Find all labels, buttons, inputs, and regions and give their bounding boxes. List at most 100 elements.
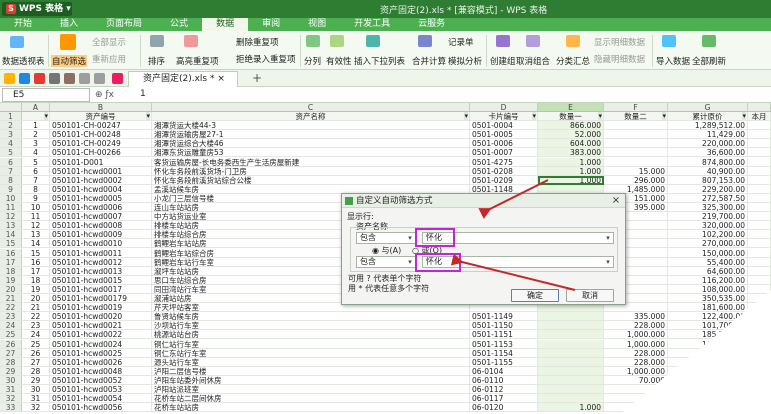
table-cell[interactable] — [538, 357, 604, 367]
column-header[interactable]: C — [152, 103, 470, 112]
table-cell[interactable]: 1.000 — [538, 166, 604, 176]
row-number[interactable]: 13 — [0, 221, 22, 231]
table-cell[interactable]: 湘潭货运输房屋27-1 — [152, 130, 470, 140]
highlight-duplicates-button[interactable]: 高亮重复项 — [176, 55, 219, 67]
show-all-button[interactable]: 全部显示 — [92, 36, 126, 48]
filter-dropdown-icon[interactable]: ▾ — [44, 112, 48, 120]
tab-document[interactable]: 资产固定(2).xls * × — [128, 71, 238, 87]
table-cell[interactable]: 116,200.00 — [668, 275, 748, 285]
table-cell[interactable]: 64,600.00 — [668, 266, 748, 276]
table-cell[interactable]: 30 — [22, 385, 50, 394]
ok-button[interactable]: 确定 — [511, 289, 559, 302]
table-cell[interactable] — [748, 257, 771, 267]
row-number[interactable]: 10 — [0, 193, 22, 203]
table-cell[interactable]: 1,289,512.00 — [668, 121, 748, 131]
filter-dropdown-icon[interactable]: ▾ — [464, 112, 468, 120]
undo-icon[interactable] — [79, 73, 90, 84]
menu-item[interactable]: 视图 — [294, 18, 340, 31]
sort-button[interactable]: 排序 — [148, 55, 165, 67]
table-cell[interactable]: 1.000 — [538, 157, 604, 167]
table-cell[interactable]: 06-0110 — [470, 375, 538, 385]
table-cell[interactable]: 050101-hcwd0015 — [50, 275, 152, 285]
table-cell[interactable]: 06-0104 — [470, 366, 538, 376]
table-cell[interactable] — [604, 157, 668, 167]
name-box[interactable]: E5 — [2, 88, 90, 102]
column-header[interactable]: D — [470, 103, 538, 112]
table-cell[interactable]: 2 — [22, 130, 50, 140]
column-header[interactable]: B — [50, 103, 152, 112]
column-header[interactable]: A — [22, 103, 50, 112]
menu-item[interactable]: 数据 — [202, 18, 249, 31]
table-cell[interactable]: 383.000 — [538, 148, 604, 158]
filter-dropdown-icon[interactable]: ▾ — [532, 112, 536, 120]
header-cell[interactable]: 卡片编号 ▾ — [470, 112, 538, 121]
table-cell[interactable]: 0501-1154 — [470, 348, 538, 358]
table-cell[interactable]: 0501-1150 — [470, 321, 538, 331]
table-cell[interactable]: 807,153.00 — [668, 175, 748, 185]
table-cell[interactable] — [748, 221, 771, 231]
reject-duplicates-button[interactable]: 拒绝录入重复项 — [236, 53, 296, 65]
table-cell[interactable]: 050101-CH-00266 — [50, 148, 152, 158]
whatif-button[interactable]: 模拟分析 — [448, 55, 482, 67]
table-cell[interactable]: 050101-D001 — [50, 157, 152, 167]
table-cell[interactable]: 050101-hcwd0007 — [50, 212, 152, 222]
table-cell[interactable]: 604.000 — [538, 139, 604, 149]
table-cell[interactable]: 11,429.00 — [668, 130, 748, 140]
table-cell[interactable]: 050101-hcwd0011 — [50, 248, 152, 258]
table-cell[interactable] — [748, 139, 771, 149]
row-number[interactable]: 29 — [0, 366, 22, 376]
filter-dropdown-icon[interactable]: ▾ — [598, 112, 602, 120]
column-header[interactable]: F — [604, 103, 668, 112]
table-cell[interactable]: 15 — [22, 248, 50, 258]
filter-dropdown-icon[interactable]: ▾ — [662, 112, 666, 120]
table-cell[interactable]: 0501-0007 — [470, 148, 538, 158]
table-cell[interactable]: 0501-1153 — [470, 339, 538, 349]
column-header[interactable]: E — [538, 103, 604, 112]
filter-dropdown-icon[interactable]: ▾ — [742, 112, 746, 120]
table-cell[interactable] — [538, 312, 604, 322]
table-cell[interactable]: 1,000.000 — [604, 366, 668, 376]
row-number[interactable]: 28 — [0, 357, 22, 367]
row-number[interactable]: 2 — [0, 121, 22, 131]
header-cell[interactable]: 数量一 ▾ — [538, 112, 604, 121]
table-cell[interactable]: 3 — [22, 139, 50, 149]
table-cell[interactable]: 050101-hcwd0002 — [50, 175, 152, 185]
table-cell[interactable]: 150,000.00 — [668, 248, 748, 258]
table-cell[interactable]: 怀化车务段前溪货场-门卫房 — [152, 166, 470, 176]
table-cell[interactable] — [748, 184, 771, 194]
row-number[interactable]: 5 — [0, 148, 22, 158]
row-number[interactable]: 21 — [0, 294, 22, 303]
table-cell[interactable] — [748, 239, 771, 249]
table-cell[interactable]: 15.000 — [604, 166, 668, 176]
table-cell[interactable] — [538, 321, 604, 331]
row-number[interactable]: 33 — [0, 403, 22, 413]
row-number[interactable]: 27 — [0, 348, 22, 358]
save-icon[interactable] — [19, 73, 30, 84]
table-cell[interactable]: 050101-hcwd0053 — [50, 385, 152, 394]
table-cell[interactable]: 0501-4275 — [470, 157, 538, 167]
table-cell[interactable]: 1,000.000 — [604, 330, 668, 340]
table-cell[interactable]: 050101-CH-00249 — [50, 139, 152, 149]
table-cell[interactable]: 272,587.50 — [668, 193, 748, 203]
row-number[interactable]: 15 — [0, 239, 22, 249]
table-cell[interactable]: 050101-hcwd0012 — [50, 257, 152, 267]
table-cell[interactable]: 26 — [22, 348, 50, 358]
table-cell[interactable]: 050101-hcwd0006 — [50, 203, 152, 212]
table-cell[interactable] — [748, 203, 771, 212]
table-cell[interactable]: 050101-hcwd0020 — [50, 312, 152, 322]
table-cell[interactable]: 270,000.00 — [668, 239, 748, 249]
table-cell[interactable] — [604, 121, 668, 131]
table-cell[interactable]: 12 — [22, 221, 50, 231]
table-cell[interactable]: 13 — [22, 230, 50, 240]
open-icon[interactable] — [4, 73, 15, 84]
table-cell[interactable]: 050101-CH-00248 — [50, 130, 152, 140]
reapply-button[interactable]: 重新应用 — [92, 53, 126, 65]
row-number[interactable]: 14 — [0, 230, 22, 240]
table-cell[interactable]: 050101-hcwd0025 — [50, 348, 152, 358]
row-number[interactable]: 17 — [0, 257, 22, 267]
menu-item[interactable]: 公式 — [156, 18, 202, 31]
table-cell[interactable]: 源头站行车室 — [152, 357, 470, 367]
table-cell[interactable] — [748, 266, 771, 276]
table-cell[interactable]: 铜仁东站行车室 — [152, 348, 470, 358]
record-form-button[interactable]: 记录单 — [448, 36, 474, 48]
